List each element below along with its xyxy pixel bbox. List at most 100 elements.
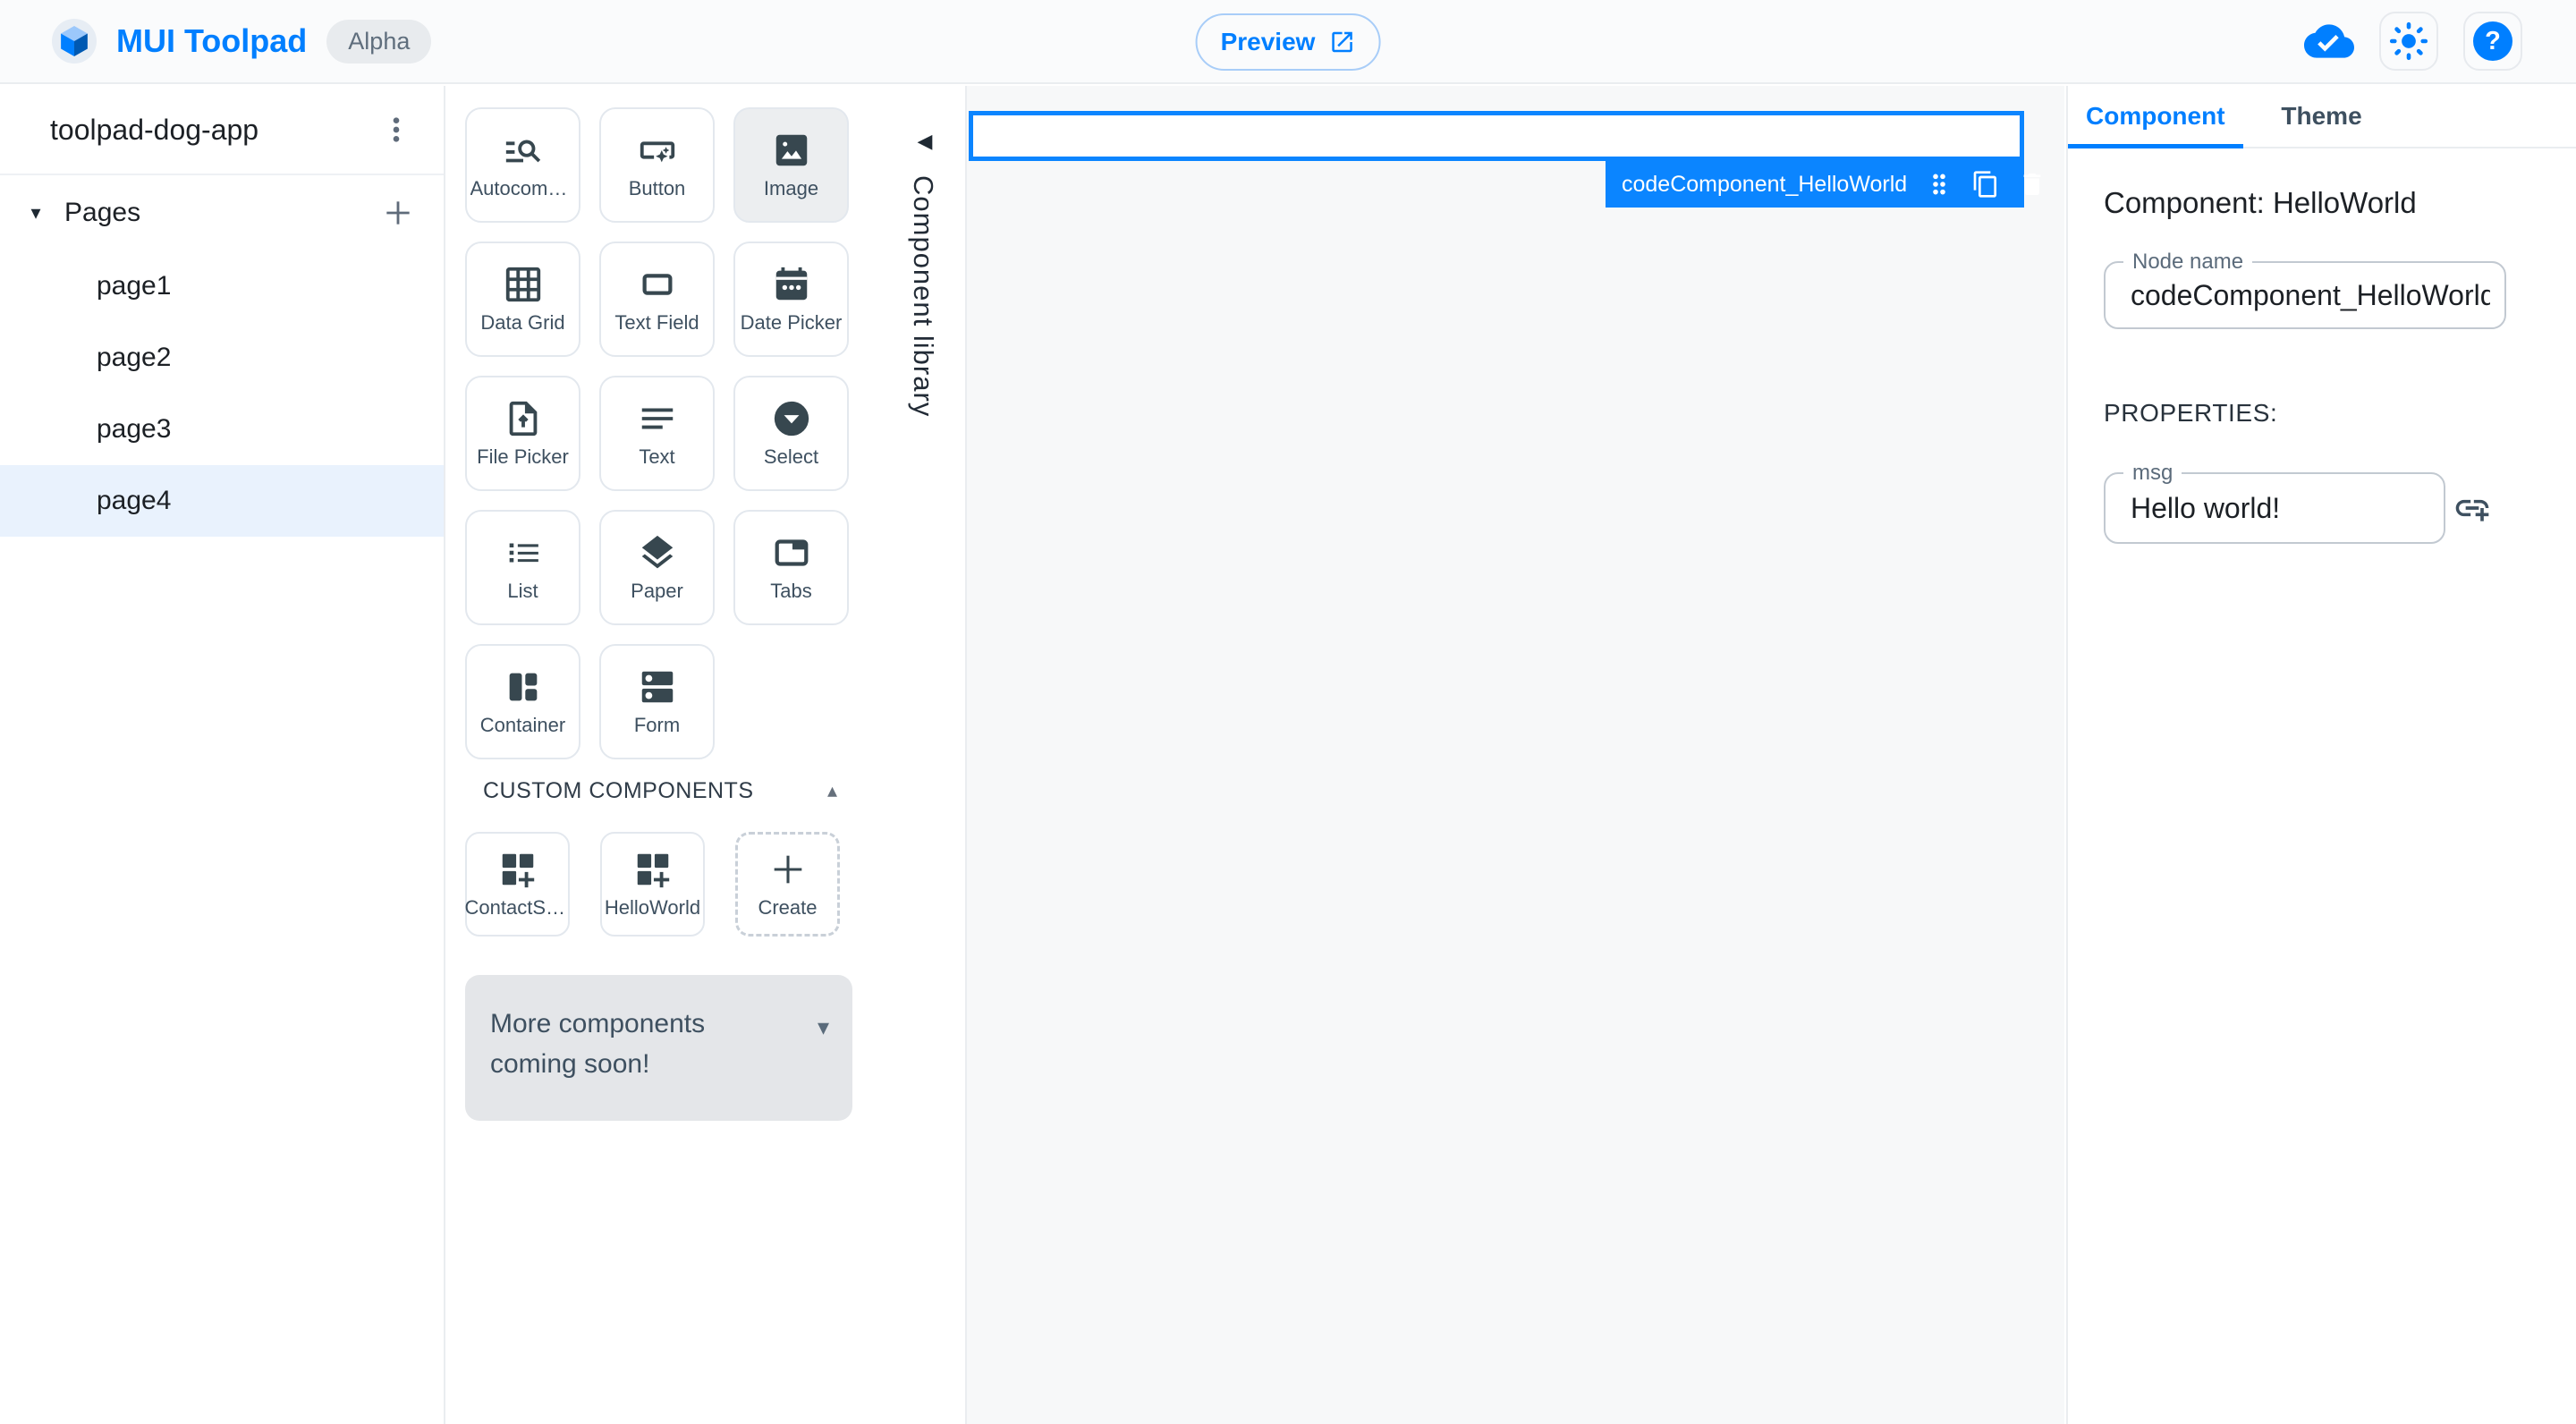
tile-label: List [507,580,538,602]
tile-label: Form [633,714,681,736]
tab-icon [771,532,812,573]
node-name-field[interactable]: Node name [2104,250,2506,329]
create-component-button[interactable]: Create [735,832,840,937]
tile-autocomplete[interactable]: Autocomplete [465,107,580,223]
tile-label: Date Picker [740,311,843,334]
tile-label: Autocomplete [470,177,576,199]
project-menu-button[interactable] [379,113,413,147]
plus-icon [767,849,809,890]
tile-list[interactable]: List [465,510,580,625]
more-components-note[interactable]: More components coming soon! ▾ [465,975,852,1121]
tab-component[interactable]: Component [2068,86,2243,148]
tile-date-picker[interactable]: Date Picker [733,242,849,357]
mui-toolpad-app: MUI Toolpad Alpha Preview ? toolpad-dog-… [0,0,2576,1424]
tile-label: Text [639,445,675,468]
properties-label: PROPERTIES: [2104,399,2278,427]
help-icon: ? [2473,21,2512,61]
dashboard-customize-icon [632,849,674,890]
bind-property-button[interactable] [2453,488,2492,528]
page-item-page2[interactable]: page2 [0,322,444,394]
tile-label: Button [628,177,686,199]
text-field-icon [637,264,678,305]
tile-text[interactable]: Text [599,376,715,491]
selection-label-bar: codeComponent_HelloWorld [1606,161,2041,208]
pages-expand-caret-icon[interactable]: ▾ [18,202,54,225]
page-item-page1[interactable]: page1 [0,250,444,322]
alpha-badge: Alpha [326,19,432,64]
expand-caret-icon: ▾ [817,1014,829,1041]
tile-paper[interactable]: Paper [599,510,715,625]
open-in-new-icon [1332,31,1352,53]
project-name: toolpad-dog-app [50,113,259,146]
dropdown-circle-icon [771,398,812,439]
custom-components-header: CUSTOM COMPONENTS ▴ [483,778,837,804]
inspector-panel: Component Theme Component: HelloWorld No… [2066,86,2576,1424]
component-library-strip[interactable]: Component library [907,175,939,417]
page-item-page3[interactable]: page3 [0,394,444,465]
upload-file-icon [503,398,544,439]
smart-button-icon [637,130,678,171]
node-name-input[interactable] [2131,263,2490,327]
trash-icon [2023,174,2041,195]
tile-text-field[interactable]: Text Field [599,242,715,357]
tile-image[interactable]: Image [733,107,849,223]
tile-form[interactable]: Form [599,644,715,759]
container-icon [503,666,544,708]
drag-handle-icon[interactable] [1925,170,1953,199]
form-icon [637,666,678,708]
deploy-status-button[interactable] [2304,16,2354,66]
preview-button-label: Preview [1220,28,1316,55]
inspector-tabs: Component Theme [2068,86,2576,148]
more-components-text: More components coming soon! [490,1009,706,1079]
custom-components-title: CUSTOM COMPONENTS [483,778,754,803]
page-canvas[interactable]: codeComponent_HelloWorld [967,86,2064,1424]
msg-input[interactable] [2131,474,2429,542]
explorer-sidebar: toolpad-dog-app ▾ Pages page1 page2 page… [0,86,445,1424]
header-brand: MUI Toolpad Alpha [0,19,432,64]
pages-label: Pages [64,198,141,227]
tile-container[interactable]: Container [465,644,580,759]
manage-search-icon [503,130,544,171]
mui-cube-icon [61,26,88,56]
theme-toggle-button[interactable] [2379,12,2438,71]
list-icon [503,532,544,573]
tile-contactsta[interactable]: ContactSta… [464,832,571,937]
tile-tabs[interactable]: Tabs [733,510,849,625]
project-row: toolpad-dog-app [0,86,444,175]
app-header: MUI Toolpad Alpha Preview ? [0,0,2576,84]
tab-theme[interactable]: Theme [2243,86,2401,147]
dashboard-customize-icon [497,849,538,890]
selected-component-outline[interactable] [969,111,2024,161]
custom-components-grid: ContactSta… HelloWorld Create [465,832,840,937]
help-button[interactable]: ? [2463,12,2522,71]
add-page-button[interactable] [381,196,415,230]
grid-icon [503,264,544,305]
tile-label: Create [758,896,818,919]
mui-logo[interactable] [52,19,97,64]
tile-label: File Picker [477,445,569,468]
delete-component-button[interactable] [2018,170,2046,199]
calendar-icon [771,264,812,305]
plus-icon [386,201,410,225]
tile-label: Image [763,177,819,199]
image-icon [771,130,812,171]
preview-button[interactable]: Preview [1195,13,1381,71]
tile-label: ContactSta… [464,896,571,919]
header-actions: ? [2304,12,2576,71]
tile-data-grid[interactable]: Data Grid [465,242,580,357]
pages-tree-header: ▾ Pages [0,175,444,250]
add-link-icon [2455,499,2489,521]
duplicate-component-button[interactable] [1971,170,2000,199]
tile-select[interactable]: Select [733,376,849,491]
tile-label: Container [479,714,566,736]
tile-file-picker[interactable]: File Picker [465,376,580,491]
tile-helloworld[interactable]: HelloWorld [600,832,705,937]
tile-label: Tabs [770,580,812,602]
page-item-page4[interactable]: page4 [0,465,444,537]
collapse-library-button[interactable]: ◀ [905,122,945,161]
msg-field[interactable]: msg [2104,461,2445,544]
collapse-section-caret-icon[interactable]: ▴ [827,780,837,802]
kebab-menu-icon [393,117,400,142]
tile-button[interactable]: Button [599,107,715,223]
layers-icon [637,532,678,573]
